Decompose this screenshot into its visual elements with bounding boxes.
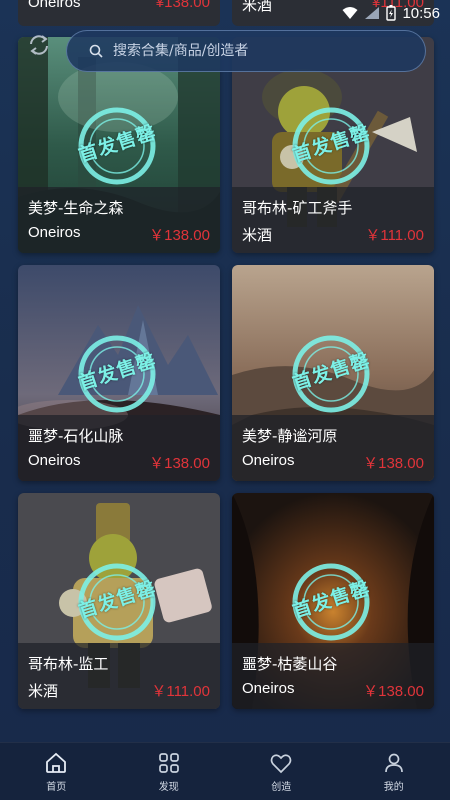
sold-out-stamp: 首发售罄 [290, 105, 373, 187]
card-title: 美梦-静谧河原 [242, 427, 338, 445]
card-creator: 米酒 [28, 683, 59, 700]
search-bar[interactable] [66, 30, 426, 72]
tab-create[interactable]: 创造 [225, 743, 338, 800]
card-title: 美梦-生命之森 [28, 199, 124, 217]
product-card[interactable]: 首发售罄 噩梦-石化山脉 Oneiros ￥138.00 [18, 265, 220, 481]
card-info: 美梦-生命之森 Oneiros ￥138.00 [18, 187, 220, 253]
card-creator: Oneiros [28, 224, 81, 241]
product-card[interactable]: 首发售罄 美梦-静谧河原 Oneiros ￥138.00 [232, 265, 434, 481]
card-title: 哥布林-矿工斧手 [242, 199, 353, 217]
card-price: ￥138.00 [149, 455, 210, 472]
bottom-tab-bar: 首页 发现 创造 我的 [0, 742, 450, 800]
card-creator: Oneiros [28, 452, 81, 469]
sold-out-stamp: 首发售罄 [290, 333, 373, 415]
status-bar: 10:56 [0, 0, 450, 26]
tab-label: 创造 [271, 781, 292, 793]
product-card[interactable]: 首发售罄 噩梦-枯萎山谷 Oneiros ￥138.00 [232, 493, 434, 709]
card-info: 噩梦-枯萎山谷 Oneiros ￥138.00 [232, 643, 434, 709]
sold-out-stamp: 首发售罄 [76, 561, 159, 643]
card-price: ￥138.00 [149, 227, 210, 244]
card-creator: 米酒 [242, 227, 273, 244]
card-info: 哥布林-矿工斧手 米酒 ￥111.00 [232, 187, 434, 253]
sold-out-stamp: 首发售罄 [76, 105, 159, 187]
card-price: ￥111.00 [151, 683, 210, 700]
tab-label: 首页 [46, 781, 67, 793]
tab-label: 发现 [158, 781, 179, 793]
battery-icon [386, 5, 397, 21]
card-price: ￥111.00 [365, 227, 424, 244]
card-title: 哥布林-监工 [28, 655, 109, 673]
heart-icon [270, 753, 292, 773]
user-icon [384, 753, 403, 772]
tab-discover[interactable]: 发现 [113, 743, 226, 800]
tab-home[interactable]: 首页 [0, 743, 113, 800]
search-input[interactable] [113, 43, 393, 59]
card-creator: Oneiros [242, 452, 295, 469]
wifi-icon [342, 7, 358, 19]
signal-icon [365, 7, 380, 19]
card-title: 噩梦-石化山脉 [28, 427, 124, 445]
top-bar [0, 30, 450, 74]
card-info: 噩梦-石化山脉 Oneiros ￥138.00 [18, 415, 220, 481]
search-icon [89, 44, 103, 58]
card-title: 噩梦-枯萎山谷 [242, 655, 338, 673]
home-icon [46, 752, 67, 773]
tab-profile[interactable]: 我的 [338, 743, 450, 800]
status-time: 10:56 [402, 4, 440, 22]
product-card[interactable]: 首发售罄 哥布林-监工 米酒 ￥111.00 [18, 493, 220, 709]
card-price: ￥138.00 [363, 455, 424, 472]
card-info: 美梦-静谧河原 Oneiros ￥138.00 [232, 415, 434, 481]
card-creator: Oneiros [242, 680, 295, 697]
refresh-icon[interactable] [26, 32, 52, 58]
card-price: ￥138.00 [363, 683, 424, 700]
grid-icon [158, 752, 179, 773]
sold-out-stamp: 首发售罄 [76, 333, 159, 415]
sold-out-stamp: 首发售罄 [290, 561, 373, 643]
card-info: 哥布林-监工 米酒 ￥111.00 [18, 643, 220, 709]
tab-label: 我的 [383, 781, 404, 793]
